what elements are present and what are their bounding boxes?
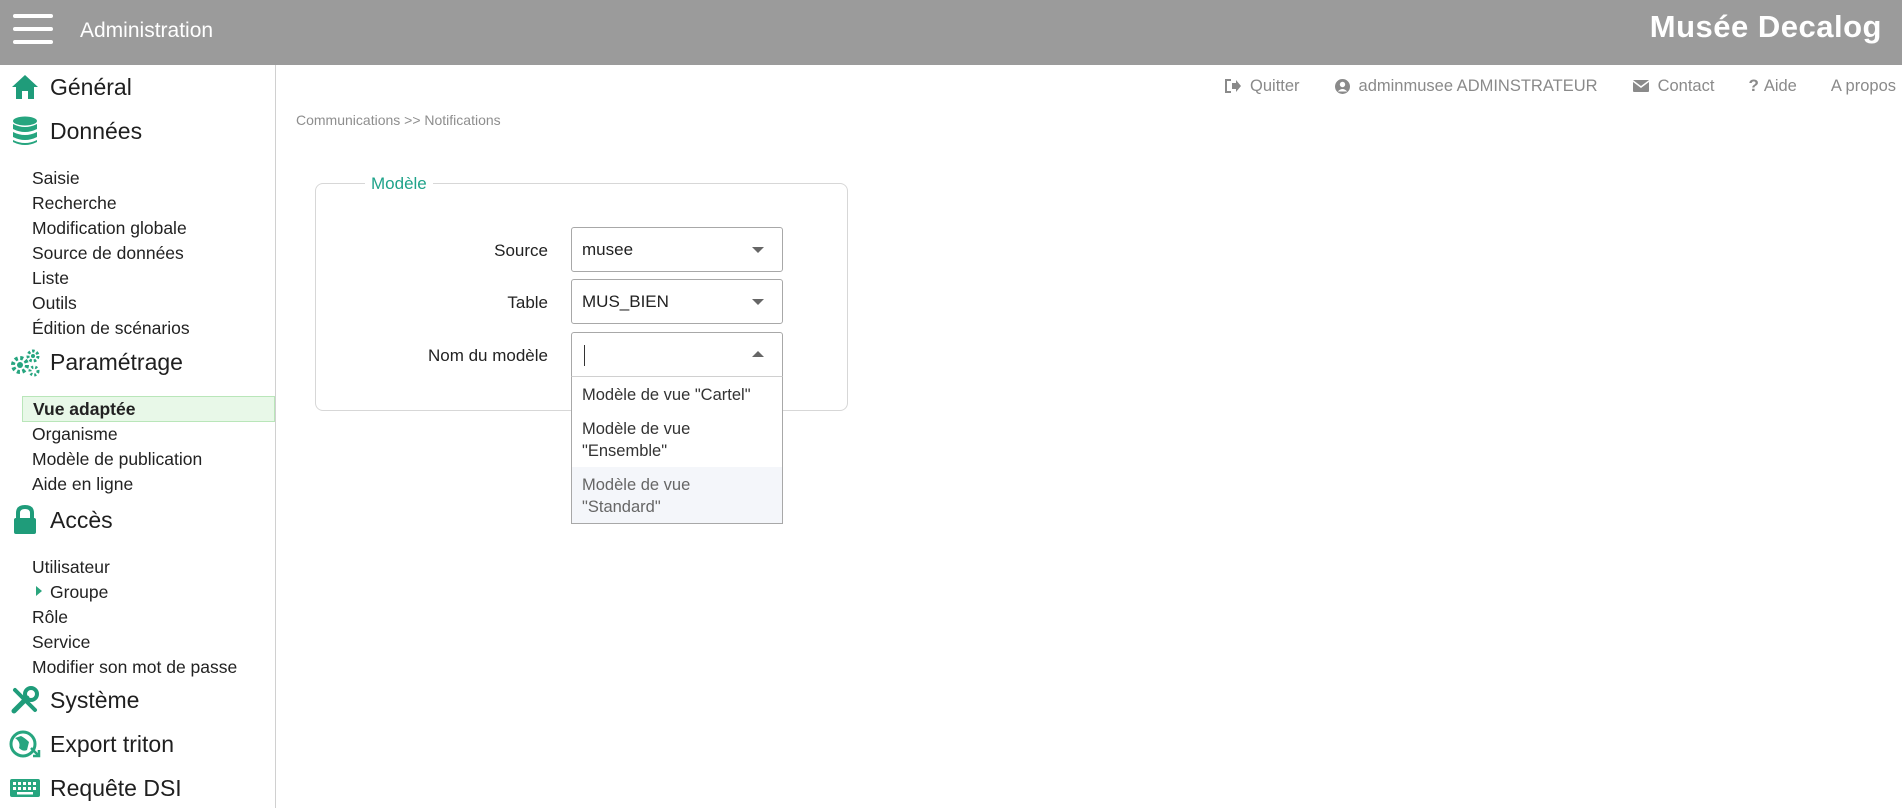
contact-link[interactable]: Contact <box>1632 76 1715 96</box>
model-options-dropdown: Modèle de vue "Cartel" Modèle de vue "En… <box>571 376 783 524</box>
help-label: Aide <box>1763 76 1797 95</box>
sidebar-section-label: Export triton <box>50 730 174 757</box>
sign-out-icon <box>1225 79 1242 93</box>
hamburger-menu-icon[interactable] <box>13 14 53 44</box>
sidebar-item-vue-adaptee[interactable]: Vue adaptée <box>22 396 275 422</box>
sidebar-item-organisme[interactable]: Organisme <box>32 424 118 445</box>
sidebar-section-systeme[interactable]: Système <box>8 683 139 717</box>
database-icon <box>8 114 42 148</box>
sidebar-section-donnees[interactable]: Données <box>8 114 142 148</box>
sidebar-item-liste[interactable]: Liste <box>32 268 69 289</box>
dropdown-option-ensemble[interactable]: Modèle de vue "Ensemble" <box>572 411 782 467</box>
question-icon: ? <box>1748 76 1759 95</box>
sidebar-item-edition-de-scenarios[interactable]: Édition de scénarios <box>32 318 190 339</box>
sidebar-item-modele-de-publication[interactable]: Modèle de publication <box>32 449 202 470</box>
sidebar-section-general[interactable]: Général <box>8 70 132 104</box>
brand-title: Musée Decalog <box>1649 9 1882 44</box>
globe-export-icon <box>8 727 42 761</box>
sidebar-item-utilisateur[interactable]: Utilisateur <box>32 557 110 578</box>
header-links: Quitter adminmusee ADMINSTRATEUR Contact… <box>1224 76 1902 96</box>
keyboard-icon <box>8 771 42 805</box>
sidebar-section-label: Données <box>50 117 143 144</box>
quit-label: Quitter <box>1250 76 1300 95</box>
about-link[interactable]: A propos <box>1831 77 1896 96</box>
sidebar-item-service[interactable]: Service <box>32 632 90 653</box>
user-link[interactable]: adminmusee ADMINSTRATEUR <box>1334 77 1598 96</box>
sidebar-item-groupe[interactable]: Groupe <box>32 582 108 603</box>
user-circle-icon <box>1334 78 1350 94</box>
sidebar-section-label: Système <box>50 686 140 713</box>
text-cursor <box>584 345 585 366</box>
table-label: Table <box>507 293 548 312</box>
source-label: Source <box>494 241 548 260</box>
sidebar-section-parametrage[interactable]: Paramétrage <box>8 345 183 379</box>
sidebar-section-label: Général <box>50 73 132 100</box>
home-icon <box>8 70 42 104</box>
sidebar-section-label: Accès <box>50 506 113 533</box>
lock-icon <box>8 503 42 537</box>
about-label: A propos <box>1830 76 1896 95</box>
app-title: Administration <box>80 19 214 42</box>
user-label: adminmusee ADMINSTRATEUR <box>1358 76 1598 95</box>
breadcrumb: Communications >> Notifications <box>296 112 501 128</box>
contact-label: Contact <box>1657 76 1715 95</box>
top-bar: Administration Musée Decalog <box>0 0 1902 65</box>
chevron-down-icon <box>752 247 764 253</box>
sidebar-section-label: Paramétrage <box>50 348 183 375</box>
source-select[interactable]: musee <box>571 227 783 272</box>
dropdown-option-standard[interactable]: Modèle de vue "Standard" <box>572 467 782 523</box>
gears-icon <box>8 345 42 379</box>
sidebar-section-acces[interactable]: Accès <box>8 503 113 537</box>
envelope-icon <box>1632 80 1650 92</box>
fieldset-legend: Modèle <box>365 174 433 194</box>
source-value: musee <box>582 240 634 259</box>
sidebar-item-saisie[interactable]: Saisie <box>32 168 80 189</box>
caret-right-icon <box>36 586 42 597</box>
sidebar-item-modification-globale[interactable]: Modification globale <box>32 218 187 239</box>
sidebar-item-outils[interactable]: Outils <box>32 293 77 314</box>
sidebar-section-requete-dsi[interactable]: Requête DSI <box>8 771 182 805</box>
table-value: MUS_BIEN <box>582 292 669 311</box>
sidebar-item-role[interactable]: Rôle <box>32 607 68 628</box>
model-name-label: Nom du modèle <box>427 346 548 365</box>
quit-link[interactable]: Quitter <box>1224 77 1300 96</box>
model-name-select[interactable] <box>571 332 783 377</box>
wrench-icon <box>8 683 42 717</box>
sidebar-item-source-de-donnees[interactable]: Source de données <box>32 243 184 264</box>
table-select[interactable]: MUS_BIEN <box>571 279 783 324</box>
dropdown-option-cartel[interactable]: Modèle de vue "Cartel" <box>572 377 782 411</box>
sidebar-section-label: Requête DSI <box>50 774 182 801</box>
sidebar-item-label: Groupe <box>50 582 109 602</box>
sidebar-item-recherche[interactable]: Recherche <box>32 193 117 214</box>
help-link[interactable]: ? Aide <box>1748 76 1796 96</box>
sidebar-item-modifier-mot-de-passe[interactable]: Modifier son mot de passe <box>32 657 237 678</box>
sidebar-item-aide-en-ligne[interactable]: Aide en ligne <box>32 474 133 495</box>
sidebar-section-export-triton[interactable]: Export triton <box>8 727 174 761</box>
chevron-down-icon <box>752 299 764 305</box>
chevron-up-icon <box>752 351 764 357</box>
